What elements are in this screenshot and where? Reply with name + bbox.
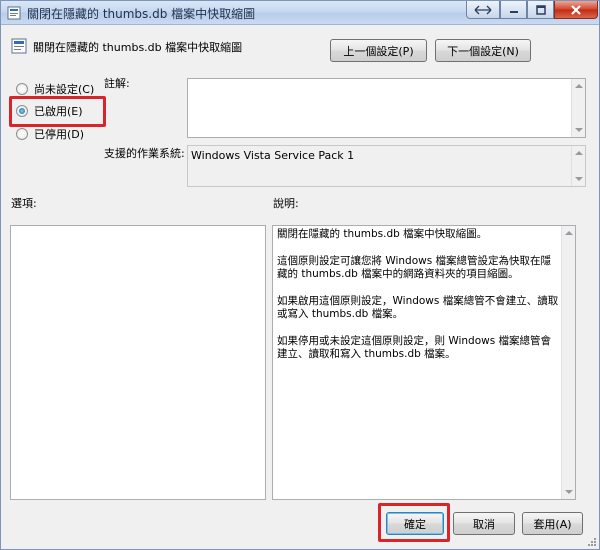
enabled-highlight-box bbox=[9, 96, 106, 127]
help-text: 關閉在隱藏的 thumbs.db 檔案中快取縮圖。 這個原則設定可讓您將 Win… bbox=[277, 228, 561, 375]
supported-os-scrollbar[interactable] bbox=[571, 146, 585, 186]
policy-title: 關閉在隱藏的 thumbs.db 檔案中快取縮圖 bbox=[33, 41, 243, 54]
minimize-icon bbox=[509, 10, 518, 13]
scroll-up-icon[interactable] bbox=[565, 231, 573, 235]
help-paragraph: 如果啟用這個原則設定，Windows 檔案總管不會建立、讀取或寫入 thumbs… bbox=[277, 294, 559, 321]
policy-app-icon bbox=[7, 6, 21, 20]
supported-os-field: Windows Vista Service Pack 1 bbox=[187, 145, 586, 187]
scroll-up-icon[interactable] bbox=[575, 84, 583, 88]
scroll-down-icon[interactable] bbox=[575, 177, 583, 181]
policy-dialog: 關閉在隱藏的 thumbs.db 檔案中快取縮圖 關閉在隱藏的 thumbs.d… bbox=[0, 0, 600, 550]
radio-not-configured[interactable]: 尚未設定(C) bbox=[16, 82, 94, 96]
comment-scrollbar[interactable] bbox=[571, 79, 585, 137]
supported-os-value: Windows Vista Service Pack 1 bbox=[191, 149, 355, 162]
radio-not-configured-label: 尚未設定(C) bbox=[34, 83, 95, 96]
apply-button[interactable]: 套用(A) bbox=[522, 512, 583, 535]
radio-disabled-dot[interactable] bbox=[16, 128, 28, 140]
help-label: 說明: bbox=[273, 197, 299, 210]
scroll-down-icon[interactable] bbox=[575, 128, 583, 132]
close-icon bbox=[571, 4, 581, 15]
help-paragraph: 這個原則設定可讓您將 Windows 檔案總管設定為快取在隱藏的 thumbs.… bbox=[277, 254, 552, 281]
title-bar[interactable]: 關閉在隱藏的 thumbs.db 檔案中快取縮圖 bbox=[1, 1, 599, 25]
options-label: 選項: bbox=[11, 197, 37, 210]
supported-os-label: 支援的作業系統: bbox=[104, 147, 185, 160]
maximize-button[interactable] bbox=[527, 1, 554, 19]
help-paragraph: 關閉在隱藏的 thumbs.db 檔案中快取縮圖。 bbox=[277, 228, 488, 240]
policy-setting-icon bbox=[11, 38, 27, 54]
resize-grip-icon[interactable] bbox=[586, 536, 596, 546]
radio-disabled-label: 已停用(D) bbox=[34, 128, 85, 141]
restore-button[interactable] bbox=[466, 1, 500, 19]
help-panel: 關閉在隱藏的 thumbs.db 檔案中快取縮圖。 這個原則設定可讓您將 Win… bbox=[272, 225, 576, 500]
next-setting-button[interactable]: 下一個設定(N) bbox=[435, 39, 531, 62]
comment-textarea[interactable] bbox=[187, 78, 586, 138]
previous-setting-button[interactable]: 上一個設定(P) bbox=[330, 39, 427, 62]
comment-label: 註解: bbox=[104, 77, 130, 90]
cancel-button[interactable]: 取消 bbox=[453, 512, 515, 535]
options-panel bbox=[10, 225, 266, 500]
help-scrollbar[interactable] bbox=[561, 226, 575, 499]
scroll-down-icon[interactable] bbox=[565, 490, 573, 494]
help-paragraph: 如果停用或未設定這個原則設定，則 Windows 檔案總管會建立、讀取和寫入 t… bbox=[277, 334, 552, 361]
close-button[interactable] bbox=[554, 1, 598, 19]
scroll-up-icon[interactable] bbox=[575, 151, 583, 155]
maximize-icon bbox=[535, 4, 546, 15]
window-title: 關閉在隱藏的 thumbs.db 檔案中快取縮圖 bbox=[27, 7, 256, 21]
ok-highlight-box bbox=[378, 503, 450, 542]
restore-icon bbox=[474, 5, 492, 14]
radio-not-configured-dot[interactable] bbox=[16, 83, 28, 95]
minimize-button[interactable] bbox=[500, 1, 527, 19]
radio-disabled[interactable]: 已停用(D) bbox=[16, 127, 84, 141]
